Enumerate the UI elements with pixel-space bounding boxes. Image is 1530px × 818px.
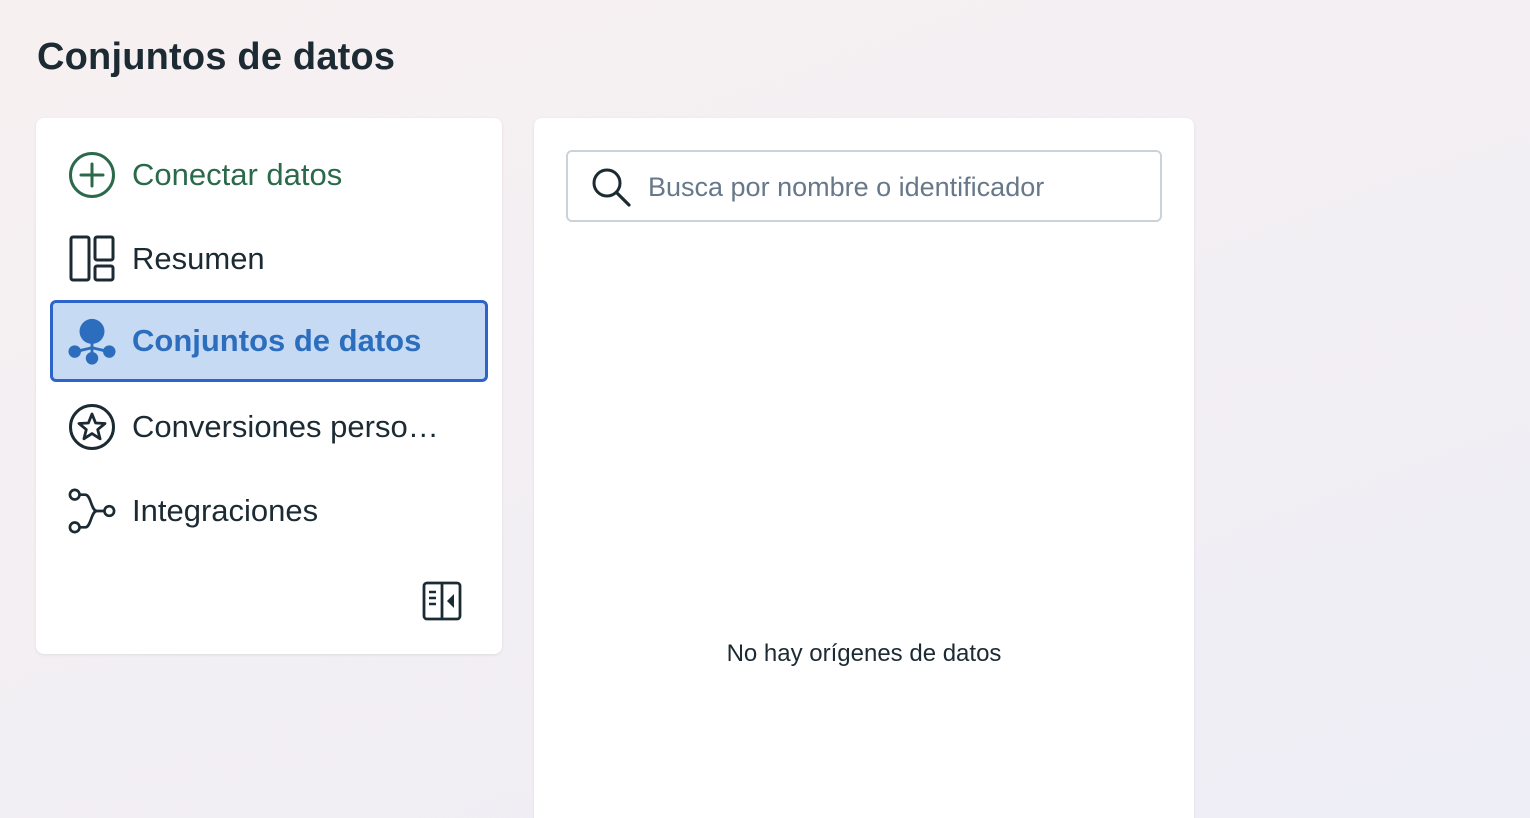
datasets-panel: No hay orígenes de datos	[534, 118, 1194, 818]
plus-circle-icon	[68, 151, 116, 199]
search-icon	[592, 168, 631, 207]
search-input[interactable]	[646, 162, 1150, 212]
sidebar-item-integrations[interactable]: Integraciones	[50, 470, 488, 552]
star-circle-icon	[68, 403, 116, 451]
sidebar-item-label: Integraciones	[132, 493, 319, 528]
integration-flow-icon	[68, 487, 116, 535]
collapse-sidebar-button[interactable]	[421, 581, 463, 626]
sidebar: Conectar datos Resumen Conjuntos de dato	[36, 118, 502, 654]
sidebar-item-label: Resumen	[132, 241, 265, 276]
sidebar-item-label: Conversiones perso…	[132, 409, 439, 444]
search-box[interactable]	[566, 150, 1162, 222]
sidebar-item-custom-conversions[interactable]: Conversiones perso…	[50, 386, 488, 468]
layout-icon	[68, 235, 116, 283]
sidebar-item-connect-data[interactable]: Conectar datos	[50, 134, 488, 216]
dataset-network-icon	[68, 317, 116, 365]
empty-state-message: No hay orígenes de datos	[726, 640, 1002, 667]
sidebar-item-summary[interactable]: Resumen	[50, 218, 488, 300]
sidebar-item-label: Conectar datos	[132, 157, 343, 192]
collapse-sidebar-icon	[422, 581, 462, 626]
sidebar-item-datasets[interactable]: Conjuntos de datos	[50, 300, 488, 382]
page-title: Conjuntos de datos	[37, 36, 396, 78]
sidebar-item-label: Conjuntos de datos	[132, 323, 422, 358]
